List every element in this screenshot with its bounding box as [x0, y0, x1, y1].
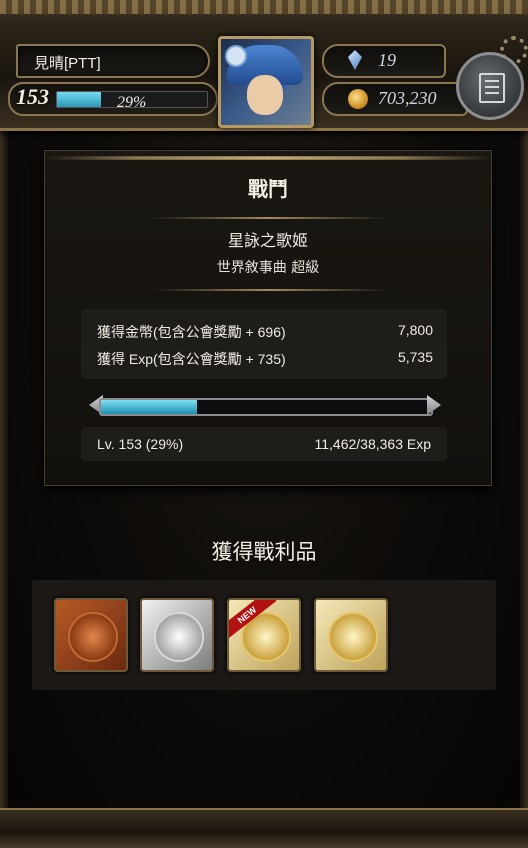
- header-exp-bar-fill: [57, 92, 101, 107]
- stage-name: 星詠之歌姬: [227, 231, 308, 250]
- reward-row-coins: 獲得金幣(包含公會獎勵 + 696) 7,800: [97, 322, 433, 342]
- reward-amount: 7,800: [397, 322, 433, 338]
- exp-bar-fill: [101, 400, 197, 414]
- gem-counter[interactable]: 19: [322, 44, 446, 78]
- stage-difficulty: 世界敘事曲 超級: [216, 260, 320, 276]
- panel-title: 戰鬥: [248, 177, 288, 201]
- title-divider: [151, 217, 387, 219]
- loot-item-gold-medal[interactable]: NEW: [227, 598, 301, 672]
- avatar-face: [247, 75, 283, 115]
- left-border: [0, 128, 8, 808]
- player-level-plate: 153 29%: [8, 82, 218, 116]
- loot-item-silver-medal[interactable]: [140, 598, 214, 672]
- header-exp-percent: 29%: [117, 94, 147, 111]
- reward-label: 獲得 Exp(包含公會獎勵 + 735): [97, 351, 286, 367]
- bronze-medal-icon: [68, 612, 118, 662]
- loot-item-gold-medal[interactable]: [314, 598, 388, 672]
- silver-medal-icon: [154, 612, 204, 662]
- gold-medal-icon: [328, 612, 378, 662]
- level-summary: Lv. 153 (29%) 11,462/38,363 Exp: [81, 427, 447, 461]
- menu-button[interactable]: [456, 52, 524, 120]
- menu-book-icon: [479, 73, 505, 103]
- stage-divider: [151, 289, 387, 291]
- character-avatar[interactable]: [218, 36, 314, 128]
- reward-label: 獲得金幣(包含公會獎勵 + 696): [97, 324, 286, 340]
- reward-summary: 獲得金幣(包含公會獎勵 + 696) 7,800 獲得 Exp(包含公會獎勵 +…: [81, 309, 447, 379]
- panel-ornament: [45, 156, 491, 160]
- coin-counter[interactable]: 703,230: [322, 82, 468, 116]
- gem-count: 19: [378, 50, 396, 70]
- exp-progress-bar: [89, 395, 441, 416]
- reward-amount: 5,735: [397, 349, 433, 365]
- exp-bar-track: [99, 398, 433, 416]
- exp-text: 11,462/38,363 Exp: [314, 436, 431, 452]
- avatar-hair-ornament: [225, 45, 247, 67]
- loot-list: NEW: [32, 580, 496, 690]
- gem-icon: [348, 50, 362, 70]
- level-text: Lv. 153 (29%): [97, 436, 184, 452]
- player-level: 153: [16, 84, 49, 109]
- battle-result-panel: 戰鬥 星詠之歌姬 世界敘事曲 超級 獲得金幣(包含公會獎勵 + 696) 7,8…: [44, 150, 492, 486]
- reward-row-exp: 獲得 Exp(包含公會獎勵 + 735) 5,735: [97, 349, 433, 369]
- player-name-plate[interactable]: 見晴[PTT]: [16, 44, 210, 78]
- right-border: [520, 128, 528, 808]
- loot-item-bronze-medal[interactable]: [54, 598, 128, 672]
- bottom-ornament: [0, 808, 528, 848]
- coin-count: 703,230: [378, 88, 437, 108]
- header-exp-bar: 29%: [56, 91, 208, 111]
- player-name: 見晴[PTT]: [34, 55, 101, 72]
- coin-icon: [348, 89, 368, 109]
- status-header: 見晴[PTT] 153 29% 19 703,230: [0, 0, 528, 131]
- exp-bar-right-cap: [427, 395, 441, 415]
- header-ornament: [0, 0, 528, 14]
- loot-title: 獲得戰利品: [211, 540, 317, 564]
